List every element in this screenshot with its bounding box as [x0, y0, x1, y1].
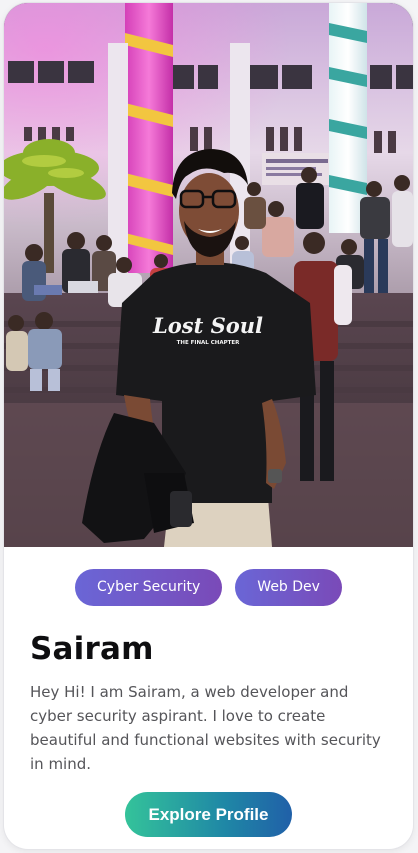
shirt-print-title: Lost Soul — [152, 313, 263, 338]
skill-tags: Cyber Security Web Dev — [4, 569, 413, 606]
shirt-print-subtitle: THE FINAL CHAPTER — [177, 340, 241, 346]
profile-card: Lost Soul THE FINAL CHAPTER Cyber Securi… — [4, 3, 413, 849]
profile-bio: Hey Hi! I am Sairam, a web developer and… — [30, 683, 381, 773]
tag-web-dev[interactable]: Web Dev — [235, 569, 342, 606]
explore-profile-button[interactable]: Explore Profile — [125, 792, 292, 837]
profile-name: Sairam — [30, 631, 154, 667]
tag-cyber-security[interactable]: Cyber Security — [75, 569, 223, 606]
profile-photo: Lost Soul THE FINAL CHAPTER — [4, 3, 413, 547]
